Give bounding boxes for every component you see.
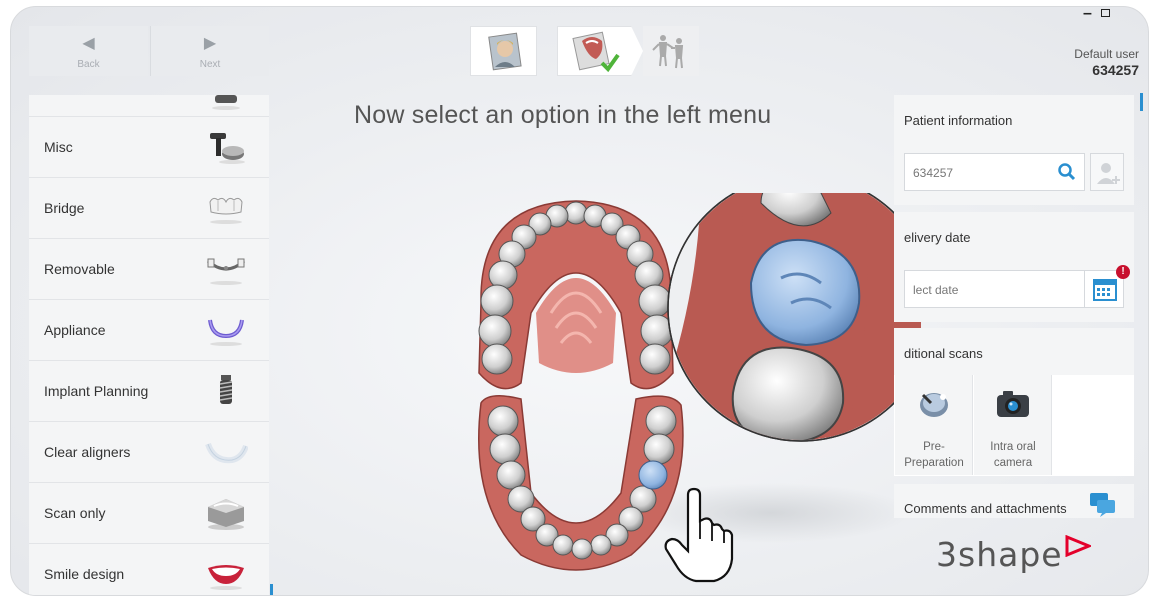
appliance-icon: [208, 319, 244, 346]
comments-title: Comments and attachments: [904, 501, 1067, 516]
menu-item-label: Appliance: [44, 322, 106, 338]
step-order[interactable]: [557, 26, 632, 76]
user-id: 634257: [1092, 62, 1139, 78]
menu-item-smile-design[interactable]: Smile design: [29, 544, 269, 595]
intra-oral-camera-label: Intra oral camera: [990, 441, 1036, 469]
add-user-icon: [1097, 163, 1120, 184]
step-send[interactable]: [643, 26, 699, 76]
indication-menu: Misc Bridge Removable Appliance Implant …: [29, 95, 269, 595]
step-arrow: [631, 26, 643, 76]
removable-icon: [207, 258, 245, 285]
left-scrollbar[interactable]: [270, 584, 273, 595]
menu-item-label: Removable: [44, 261, 115, 277]
patient-info-panel: Patient information 634257: [894, 95, 1134, 205]
dental-scan-check-icon: [572, 31, 620, 73]
comments-icon: [1090, 493, 1115, 517]
brand-logo: 3shape: [936, 534, 1093, 574]
page-title: Now select an option in the left menu: [354, 101, 772, 129]
search-icon[interactable]: [1058, 163, 1076, 181]
additional-scans-title: ditional scans: [904, 346, 983, 361]
pre-preparation-icon: [920, 393, 948, 417]
warning-badge: !: [1116, 265, 1130, 279]
maximize-icon[interactable]: [1101, 9, 1110, 17]
menu-item-appliance[interactable]: Appliance: [29, 300, 269, 361]
arrow-right-icon: ▶: [203, 34, 217, 52]
additional-scans-panel: ditional scans Pre- Preparation Intra or…: [894, 328, 1134, 476]
dental-arch-illustration[interactable]: [461, 193, 921, 583]
scan-model-icon: [208, 499, 244, 530]
minimize-icon[interactable]: –: [1083, 7, 1092, 23]
app-window: ◀ Back ▶ Next – Default user 634257 Misc…: [10, 6, 1149, 596]
patient-info-title: Patient information: [904, 113, 1013, 128]
menu-item-removable[interactable]: Removable: [29, 239, 269, 300]
scan-tiles: Pre- Preparation Intra oral camera: [894, 375, 1134, 476]
intra-oral-camera-tile[interactable]: Intra oral camera: [974, 375, 1052, 475]
smile-icon: [208, 565, 244, 590]
patient-id-value: 634257: [913, 166, 954, 180]
patient-search-field[interactable]: 634257: [904, 153, 1085, 191]
menu-item-bridge[interactable]: Bridge: [29, 178, 269, 239]
menu-item-label: Clear aligners: [44, 444, 131, 460]
next-button[interactable]: ▶ Next: [150, 26, 269, 76]
menu-item-misc[interactable]: Misc: [29, 117, 269, 178]
selected-tooth[interactable]: [638, 460, 668, 490]
patient-photo-icon: [488, 32, 522, 71]
delivery-date-input[interactable]: lect date: [904, 270, 1094, 308]
abutment-icon: [210, 133, 245, 164]
menu-item-label: Smile design: [44, 566, 125, 582]
menu-item-partial[interactable]: [29, 95, 269, 117]
menu-item-label: Implant Planning: [44, 383, 149, 399]
delivery-date-title: elivery date: [904, 230, 971, 245]
aligner-icon: [205, 442, 248, 464]
handover-people-icon: [652, 35, 684, 69]
menu-item-label: Misc: [44, 139, 73, 155]
right-scrollbar[interactable]: [1140, 93, 1143, 111]
delivery-date-placeholder: lect date: [913, 283, 959, 297]
next-label: Next: [199, 58, 221, 70]
back-button[interactable]: ◀ Back: [29, 26, 148, 76]
pre-preparation-label: Pre- Preparation: [904, 441, 964, 469]
menu-item-label: Scan only: [44, 505, 106, 521]
delivery-date-panel: elivery date lect date !: [894, 212, 1134, 322]
menu-item-scan-only[interactable]: Scan only: [29, 483, 269, 544]
user-name: Default user: [1074, 47, 1139, 61]
camera-icon: [997, 391, 1029, 417]
menu-item-implant-planning[interactable]: Implant Planning: [29, 361, 269, 422]
logo-triangle-icon: [1065, 534, 1093, 558]
arrow-left-icon: ◀: [82, 34, 95, 52]
menu-item-clear-aligners[interactable]: Clear aligners: [29, 422, 269, 483]
step-patient[interactable]: [470, 26, 537, 76]
menu-item-label: Bridge: [44, 200, 85, 216]
implant-icon: [219, 375, 233, 404]
bridge-icon: [209, 197, 243, 224]
comments-panel[interactable]: Comments and attachments: [894, 484, 1134, 518]
back-label: Back: [77, 58, 100, 70]
pre-preparation-tile[interactable]: Pre- Preparation: [895, 375, 973, 475]
add-patient-button[interactable]: [1090, 153, 1124, 191]
